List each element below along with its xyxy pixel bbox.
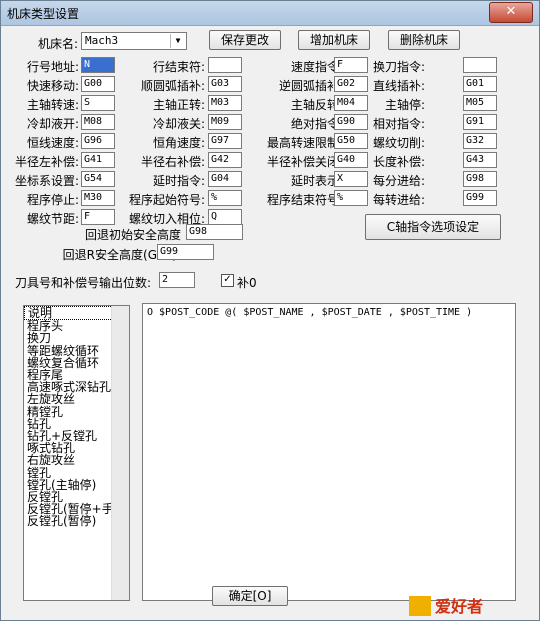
- initial-safe-height-input[interactable]: G98: [186, 224, 243, 240]
- initial-safe-height-label: 回退初始安全高度: [84, 228, 181, 242]
- field-input[interactable]: G00: [81, 76, 115, 92]
- field-input[interactable]: [463, 57, 497, 73]
- field-label: 延时表示:: [290, 174, 343, 188]
- field-label: 冷却液关:: [152, 117, 205, 131]
- field-input[interactable]: G43: [463, 152, 497, 168]
- field-input[interactable]: M30: [81, 190, 115, 206]
- field-input[interactable]: G96: [81, 133, 115, 149]
- field-input[interactable]: G04: [208, 171, 242, 187]
- field-label: 恒角速度:: [152, 136, 205, 150]
- field-label: 主轴正转:: [152, 98, 205, 112]
- field-label: 行结束符:: [152, 60, 205, 74]
- field-label: 每分进给:: [372, 174, 425, 188]
- post-code-editor[interactable]: O $POST_CODE @( $POST_NAME , $POST_DATE …: [142, 303, 516, 601]
- field-label: 行号地址:: [26, 60, 79, 74]
- title-bar: 机床类型设置 ✕: [1, 1, 539, 26]
- field-label: 速度指令:: [290, 60, 343, 74]
- list-scrollbar[interactable]: [111, 306, 129, 600]
- tool-digits-input[interactable]: 2: [159, 272, 195, 288]
- field-input[interactable]: F: [81, 209, 115, 225]
- zero-pad-checkbox[interactable]: ✓: [221, 274, 234, 287]
- field-label: 螺纹切削:: [372, 136, 425, 150]
- field-label: 程序起始符号:: [128, 193, 205, 207]
- field-label: 半径右补偿:: [140, 155, 205, 169]
- field-label: 顺圆弧插补:: [140, 79, 205, 93]
- post-section-list[interactable]: 说明 程序头 换刀 等距螺纹循环 螺纹复合循环 程序尾 高速啄式深钻孔 左旋攻丝 精镗孔 钻孔 钻孔…: [23, 305, 130, 601]
- field-label: 程序结束符号:: [266, 193, 343, 207]
- window-title: 机床类型设置: [7, 7, 80, 21]
- field-label: 螺纹节距:: [26, 212, 79, 226]
- field-input[interactable]: G32: [463, 133, 497, 149]
- zero-pad-label: 补0: [237, 276, 257, 290]
- field-label: 程序停止:: [26, 193, 79, 207]
- field-label: 快速移动:: [26, 79, 79, 93]
- machine-type-settings-dialog: 机床类型设置 ✕ 机床名: Mach3 ▼ 保存更改 增加机床 删除机床 行号地…: [0, 0, 540, 621]
- field-input[interactable]: %: [208, 190, 242, 206]
- add-machine-button[interactable]: 增加机床: [298, 30, 370, 50]
- field-input[interactable]: G54: [81, 171, 115, 187]
- field-label: 主轴转速:: [26, 98, 79, 112]
- field-label: 半径左补偿:: [15, 155, 80, 169]
- field-input[interactable]: M08: [81, 114, 115, 130]
- field-input[interactable]: M03: [208, 95, 242, 111]
- field-input[interactable]: G91: [463, 114, 497, 130]
- field-label: 冷却液开:: [26, 117, 79, 131]
- field-label: 坐标系设置:: [15, 174, 80, 188]
- r-safe-height-input[interactable]: G99: [157, 244, 214, 260]
- close-button[interactable]: ✕: [489, 2, 533, 23]
- field-label: 直线插补:: [372, 79, 425, 93]
- site-watermark-logo: 爱好者: [409, 596, 483, 616]
- field-input[interactable]: G03: [208, 76, 242, 92]
- field-input[interactable]: S: [81, 95, 115, 111]
- c-axis-options-button[interactable]: C轴指令选项设定: [365, 214, 501, 240]
- field-input[interactable]: G98: [463, 171, 497, 187]
- field-label: 半径补偿关闭:: [266, 155, 343, 169]
- delete-machine-button[interactable]: 删除机床: [388, 30, 460, 50]
- field-input[interactable]: G01: [463, 76, 497, 92]
- field-input[interactable]: M09: [208, 114, 242, 130]
- field-label: 相对指令:: [372, 117, 425, 131]
- field-label: 换刀指令:: [372, 60, 425, 74]
- field-label: 长度补偿:: [372, 155, 425, 169]
- field-label: 主轴停:: [384, 98, 425, 112]
- field-label: 每转进给:: [372, 193, 425, 207]
- field-label: 绝对指令:: [290, 117, 343, 131]
- chevron-down-icon[interactable]: ▼: [170, 34, 185, 48]
- logo-badge-icon: [409, 596, 431, 616]
- field-input[interactable]: G99: [463, 190, 497, 206]
- field-label: 逆圆弧插补:: [278, 79, 343, 93]
- field-input[interactable]: [208, 57, 242, 73]
- machine-name-select[interactable]: Mach3 ▼: [81, 32, 187, 50]
- field-label: 主轴反转:: [290, 98, 343, 112]
- field-label: 最高转速限制:: [266, 136, 343, 150]
- field-input[interactable]: G41: [81, 152, 115, 168]
- watermark-text: 爱好者: [435, 597, 483, 616]
- field-input[interactable]: G97: [208, 133, 242, 149]
- machine-name-value: Mach3: [85, 34, 119, 47]
- machine-name-label: 机床名:: [37, 37, 78, 51]
- tool-digits-label: 刀具号和补偿号输出位数:: [15, 276, 152, 290]
- field-label: 恒线速度:: [26, 136, 79, 150]
- field-input[interactable]: Q: [208, 209, 242, 225]
- field-input[interactable]: G42: [208, 152, 242, 168]
- ok-button[interactable]: 确定[O]: [212, 586, 288, 606]
- field-input[interactable]: N: [81, 57, 115, 73]
- save-changes-button[interactable]: 保存更改: [209, 30, 281, 50]
- field-label: 延时指令:: [152, 174, 205, 188]
- field-input[interactable]: M05: [463, 95, 497, 111]
